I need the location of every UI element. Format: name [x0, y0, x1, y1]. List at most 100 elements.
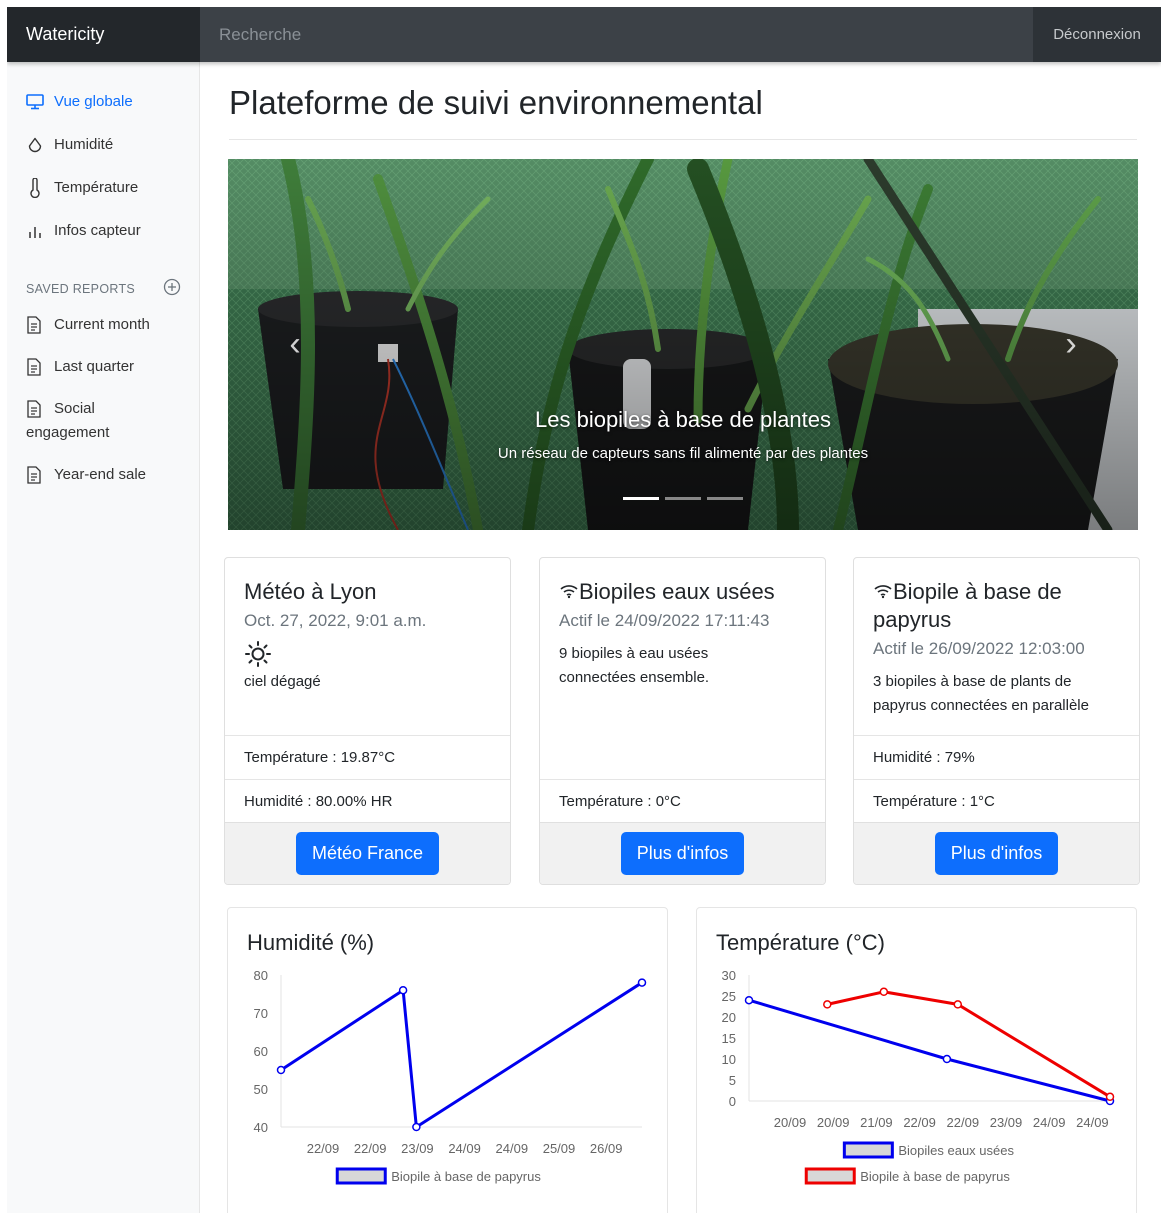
- card-footer: Météo France: [225, 822, 510, 884]
- droplet-icon: [26, 135, 44, 155]
- card-biopile-papyrus: Biopile à base de papyrus Actif le 26/09…: [853, 557, 1140, 885]
- sidebar-item-vue-globale[interactable]: Vue globale: [7, 92, 199, 135]
- x-tick-label: 20/09: [774, 1115, 807, 1130]
- carousel-prev-icon[interactable]: ‹: [280, 324, 310, 364]
- card-text: 9 biopiles à eau usées connectées ensemb…: [559, 645, 710, 686]
- file-text-icon: [26, 355, 44, 379]
- main-content: Plateforme de suivi environnemental ‹ › …: [200, 62, 1161, 1213]
- carousel-photo: [228, 159, 1138, 530]
- y-tick-label: 70: [254, 1006, 268, 1021]
- card-title: Météo à Lyon: [244, 579, 377, 604]
- data-point[interactable]: [276, 1065, 286, 1075]
- search-input[interactable]: [200, 7, 1033, 62]
- sidebar-item-label: Vue globale: [54, 93, 133, 110]
- legend-label: Biopiles eaux usées: [898, 1143, 1014, 1158]
- card-biopiles-eaux-usees: Biopiles eaux usées Actif le 24/09/2022 …: [539, 557, 826, 885]
- title-divider: [229, 139, 1137, 140]
- monitor-icon: [26, 92, 44, 112]
- temperature-chart: 30 25 20 15 10 5 0 20/09 20/09 21/09 22/09 22/09 23/…: [722, 968, 1115, 1185]
- thermometer-icon: [26, 178, 44, 198]
- x-tick-label: 20/09: [817, 1115, 850, 1130]
- sidebar-item-infos-capteur[interactable]: Infos capteur: [7, 221, 199, 264]
- x-tick-label: 24/09: [1033, 1115, 1066, 1130]
- carousel-caption-text: Un réseau de capteurs sans fil alimenté …: [497, 445, 869, 462]
- x-tick-label: 24/09: [496, 1141, 529, 1156]
- card-row-temperature: Température : 1°C: [854, 779, 1139, 823]
- x-tick-label: 21/09: [860, 1115, 893, 1130]
- x-tick-label: 23/09: [990, 1115, 1023, 1130]
- legend-swatch[interactable]: [335, 1167, 387, 1185]
- card-row-temperature: Température : 0°C: [540, 779, 825, 823]
- plus-infos-button[interactable]: Plus d'infos: [620, 832, 745, 875]
- y-tick-label: 25: [722, 989, 736, 1004]
- x-tick-label: 24/09: [1076, 1115, 1109, 1130]
- legend-swatch[interactable]: [804, 1167, 856, 1185]
- y-tick-label: 50: [254, 1082, 268, 1097]
- meteo-france-button[interactable]: Météo France: [295, 832, 440, 875]
- x-tick-label: 22/09: [903, 1115, 936, 1130]
- x-tick-label: 22/09: [354, 1141, 387, 1156]
- x-tick-label: 22/09: [947, 1115, 980, 1130]
- card-meteo-lyon: Météo à Lyon Oct. 27, 2022, 9:01 a.m. ci…: [224, 557, 511, 885]
- data-point[interactable]: [953, 1000, 963, 1009]
- report-label: Last quarter: [54, 358, 135, 375]
- wifi-icon: [559, 579, 579, 604]
- series-line: [826, 990, 1111, 1099]
- series-line: [748, 998, 1111, 1103]
- top-navbar: Watericity Déconnexion: [7, 7, 1161, 62]
- y-tick-label: 0: [729, 1094, 736, 1109]
- card-row-humidity: Humidité : 80.00% HR: [225, 779, 510, 823]
- y-tick-label: 5: [729, 1073, 736, 1088]
- data-point[interactable]: [412, 1122, 421, 1132]
- data-point[interactable]: [1105, 1092, 1115, 1102]
- sidebar-item-temperature[interactable]: Température: [7, 178, 199, 221]
- report-year-end-sale[interactable]: Year-end sale: [7, 463, 199, 487]
- data-point[interactable]: [744, 995, 754, 1005]
- carousel-caption-title: Les biopiles à base de plantes: [535, 407, 831, 432]
- y-tick-label: 40: [254, 1120, 268, 1135]
- logout-button[interactable]: Déconnexion: [1033, 7, 1161, 62]
- sidebar-item-label: Infos capteur: [54, 222, 141, 239]
- carousel-indicator[interactable]: [707, 497, 743, 500]
- legend-label: Biopile à base de papyrus: [860, 1169, 1010, 1184]
- card-subtitle: Actif le 26/09/2022 12:03:00: [873, 639, 1085, 658]
- card-subtitle: Actif le 24/09/2022 17:11:43: [559, 611, 770, 630]
- legend-label: Biopile à base de papyrus: [391, 1169, 541, 1184]
- legend-swatch[interactable]: [842, 1141, 894, 1159]
- brand-logo[interactable]: Watericity: [7, 7, 200, 62]
- y-tick-label: 15: [722, 1031, 736, 1046]
- add-report-icon[interactable]: [163, 278, 181, 299]
- report-current-month[interactable]: Current month: [7, 313, 199, 337]
- data-point[interactable]: [637, 978, 647, 987]
- x-tick-label: 26/09: [590, 1141, 623, 1156]
- carousel[interactable]: ‹ › Les biopiles à base de plantes Un ré…: [228, 159, 1138, 530]
- carousel-indicator[interactable]: [623, 497, 659, 500]
- sun-icon: [244, 640, 491, 668]
- x-tick-label: 22/09: [307, 1141, 340, 1156]
- card-title: Biopiles eaux usées: [579, 579, 775, 604]
- humidity-chart: 80 70 60 50 40 22/09 22/09 23/09 24/09 24/09 25/09…: [254, 968, 647, 1185]
- card-title: Biopile à base de papyrus: [873, 579, 1062, 632]
- plus-infos-button[interactable]: Plus d'infos: [934, 832, 1059, 875]
- y-tick-label: 20: [722, 1010, 736, 1025]
- data-point[interactable]: [942, 1054, 952, 1064]
- carousel-next-icon[interactable]: ›: [1056, 324, 1086, 364]
- carousel-indicator[interactable]: [665, 497, 701, 500]
- saved-reports-heading: SAVED REPORTS: [7, 278, 199, 299]
- x-tick-label: 23/09: [401, 1141, 434, 1156]
- y-tick-label: 10: [722, 1052, 736, 1067]
- wifi-icon: [873, 579, 893, 604]
- file-text-icon: [26, 463, 44, 487]
- sidebar-item-label: Humidité: [54, 136, 114, 153]
- card-text: 3 biopiles à base de plants de papyrus c…: [873, 673, 1089, 714]
- report-social-engagement[interactable]: Social engagement: [7, 397, 157, 445]
- card-row-humidity: Humidité : 79%: [854, 735, 1139, 779]
- page-title: Plateforme de suivi environnemental: [229, 84, 763, 121]
- y-tick-label: 80: [254, 968, 268, 983]
- data-point[interactable]: [823, 1000, 832, 1009]
- report-label: Current month: [54, 316, 150, 333]
- report-last-quarter[interactable]: Last quarter: [7, 355, 199, 379]
- data-point[interactable]: [879, 987, 889, 997]
- sidebar-item-humidite[interactable]: Humidité: [7, 135, 199, 178]
- data-point[interactable]: [398, 985, 408, 995]
